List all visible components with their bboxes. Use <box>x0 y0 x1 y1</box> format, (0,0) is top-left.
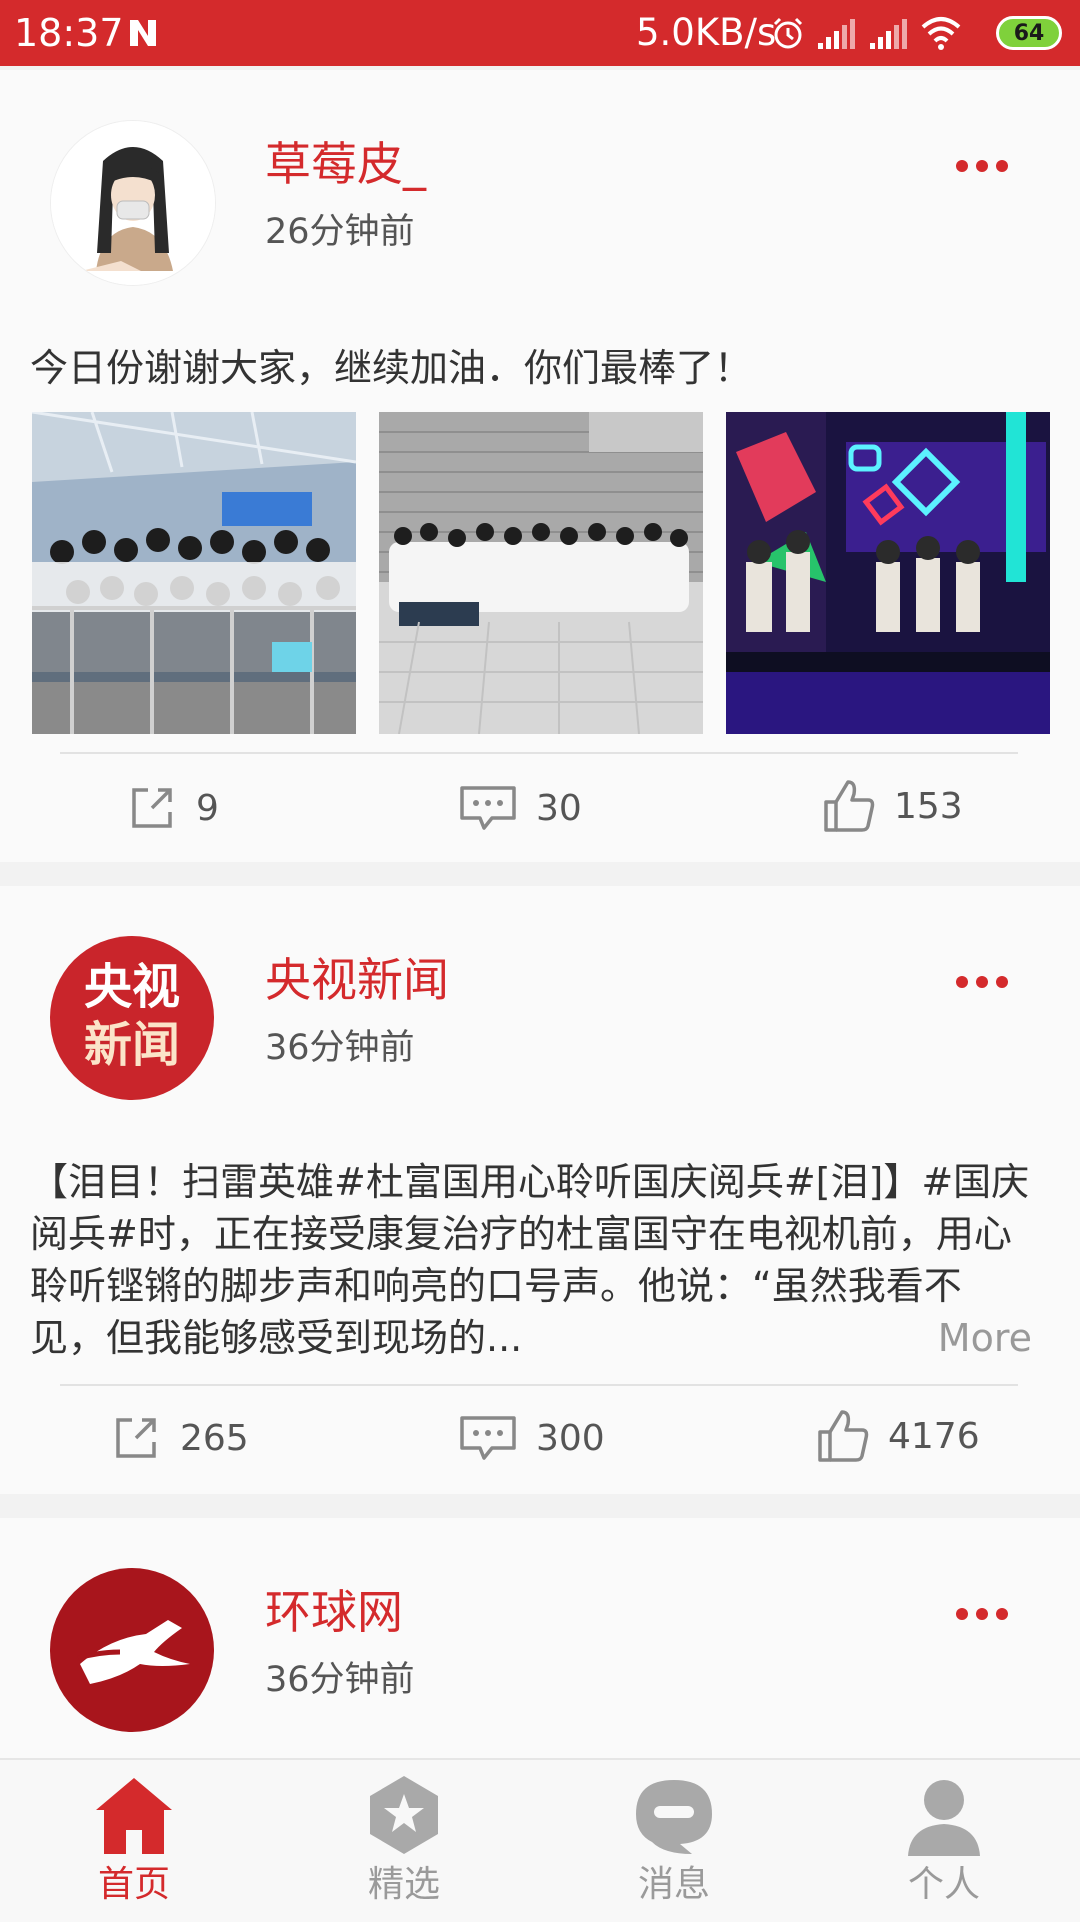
avatar-illustration <box>51 121 215 285</box>
share-count: 9 <box>196 787 219 829</box>
tab-profile[interactable]: 个人 <box>854 1760 1034 1922</box>
avatar[interactable]: 央视 新闻 <box>50 936 214 1100</box>
tab-featured-label: 精选 <box>367 1864 440 1905</box>
comment-icon <box>460 786 516 830</box>
wifi-icon <box>921 17 961 50</box>
share-button[interactable]: 265 <box>110 1412 249 1464</box>
tab-home[interactable]: 首页 <box>44 1760 224 1922</box>
divider <box>60 1384 1018 1386</box>
comment-icon <box>460 1416 516 1460</box>
message-icon <box>636 1780 712 1854</box>
person-icon <box>908 1780 980 1856</box>
star-icon <box>370 1776 438 1854</box>
author-name[interactable]: 环球网 <box>265 1584 403 1640</box>
post-card: 草莓皮_ 26分钟前 今日份谢谢大家，继续加油．你们最棒了！ 9 30 153 <box>0 70 1080 862</box>
tab-profile-label: 个人 <box>907 1864 980 1905</box>
more-link[interactable]: More <box>917 1312 1030 1364</box>
share-icon <box>132 788 172 828</box>
post-time: 36分钟前 <box>265 1028 415 1068</box>
status-icons <box>770 12 962 54</box>
signal-icon-1 <box>818 19 855 49</box>
tab-home-label: 首页 <box>97 1864 170 1905</box>
author-name[interactable]: 草莓皮_ <box>265 136 426 192</box>
comment-button[interactable]: 30 <box>458 782 582 834</box>
avatar[interactable] <box>50 1568 214 1732</box>
group-photo-indoor <box>32 412 356 734</box>
more-options-button[interactable] <box>956 160 1008 174</box>
bottom-tab-bar: 首页 精选 消息 个人 <box>0 1758 1080 1922</box>
avatar-logo <box>77 1620 190 1684</box>
post-card: 央视 新闻 央视新闻 36分钟前 【泪目！扫雷英雄#杜富国用心聆听国庆阅兵#[泪… <box>0 886 1080 1494</box>
comment-count: 30 <box>536 787 582 829</box>
post-image-2[interactable] <box>379 412 703 734</box>
thumbs-up-icon <box>818 1410 869 1462</box>
comment-count: 300 <box>536 1417 605 1459</box>
author-name[interactable]: 央视新闻 <box>265 952 449 1008</box>
like-button[interactable]: 4176 <box>816 1408 980 1464</box>
share-count: 265 <box>180 1417 249 1459</box>
like-count: 153 <box>894 785 963 827</box>
status-time: 18:37 <box>14 11 124 55</box>
tab-featured[interactable]: 精选 <box>314 1760 494 1922</box>
thumbs-up-icon <box>824 780 875 832</box>
avatar-text-line1: 央视 <box>83 959 180 1015</box>
battery-icon: 64 <box>996 16 1062 50</box>
share-button[interactable]: 9 <box>126 782 219 834</box>
avatar-text-line2: 新闻 <box>83 1017 180 1073</box>
post-text: 【泪目！扫雷英雄#杜富国用心聆听国庆阅兵#[泪]】#国庆阅兵#时，正在接受康复治… <box>30 1156 1030 1364</box>
post-time: 36分钟前 <box>265 1660 415 1700</box>
alarm-icon <box>773 17 803 49</box>
battery-level: 64 <box>1013 20 1045 46</box>
avatar[interactable] <box>50 120 216 286</box>
post-card: 环球网 36分钟前 <box>0 1518 1080 1758</box>
post-text: 今日份谢谢大家，继续加油．你们最棒了！ <box>30 346 753 390</box>
signal-icon-2 <box>870 19 907 49</box>
divider <box>60 752 1018 754</box>
comment-button[interactable]: 300 <box>458 1412 605 1464</box>
post-image-1[interactable] <box>32 412 356 734</box>
tab-messages[interactable]: 消息 <box>584 1760 764 1922</box>
tab-messages-label: 消息 <box>637 1864 710 1905</box>
like-button[interactable]: 153 <box>822 778 963 834</box>
post-time: 26分钟前 <box>265 212 415 252</box>
notification-n-icon <box>130 20 156 46</box>
more-options-button[interactable] <box>956 1608 1008 1622</box>
home-icon <box>96 1778 172 1854</box>
share-icon <box>116 1418 156 1458</box>
stage-performance <box>726 412 1050 734</box>
post-image-3[interactable] <box>726 412 1050 734</box>
post-text-body: 【泪目！扫雷英雄#杜富国用心聆听国庆阅兵#[泪]】#国庆阅兵#时，正在接受康复治… <box>30 1160 1030 1360</box>
group-photo-outdoor <box>379 412 703 734</box>
network-speed: 5.0KB/s <box>636 11 777 54</box>
like-count: 4176 <box>888 1415 980 1457</box>
more-options-button[interactable] <box>956 976 1008 990</box>
status-bar: 18:37 5.0KB/s 64 <box>0 0 1080 66</box>
